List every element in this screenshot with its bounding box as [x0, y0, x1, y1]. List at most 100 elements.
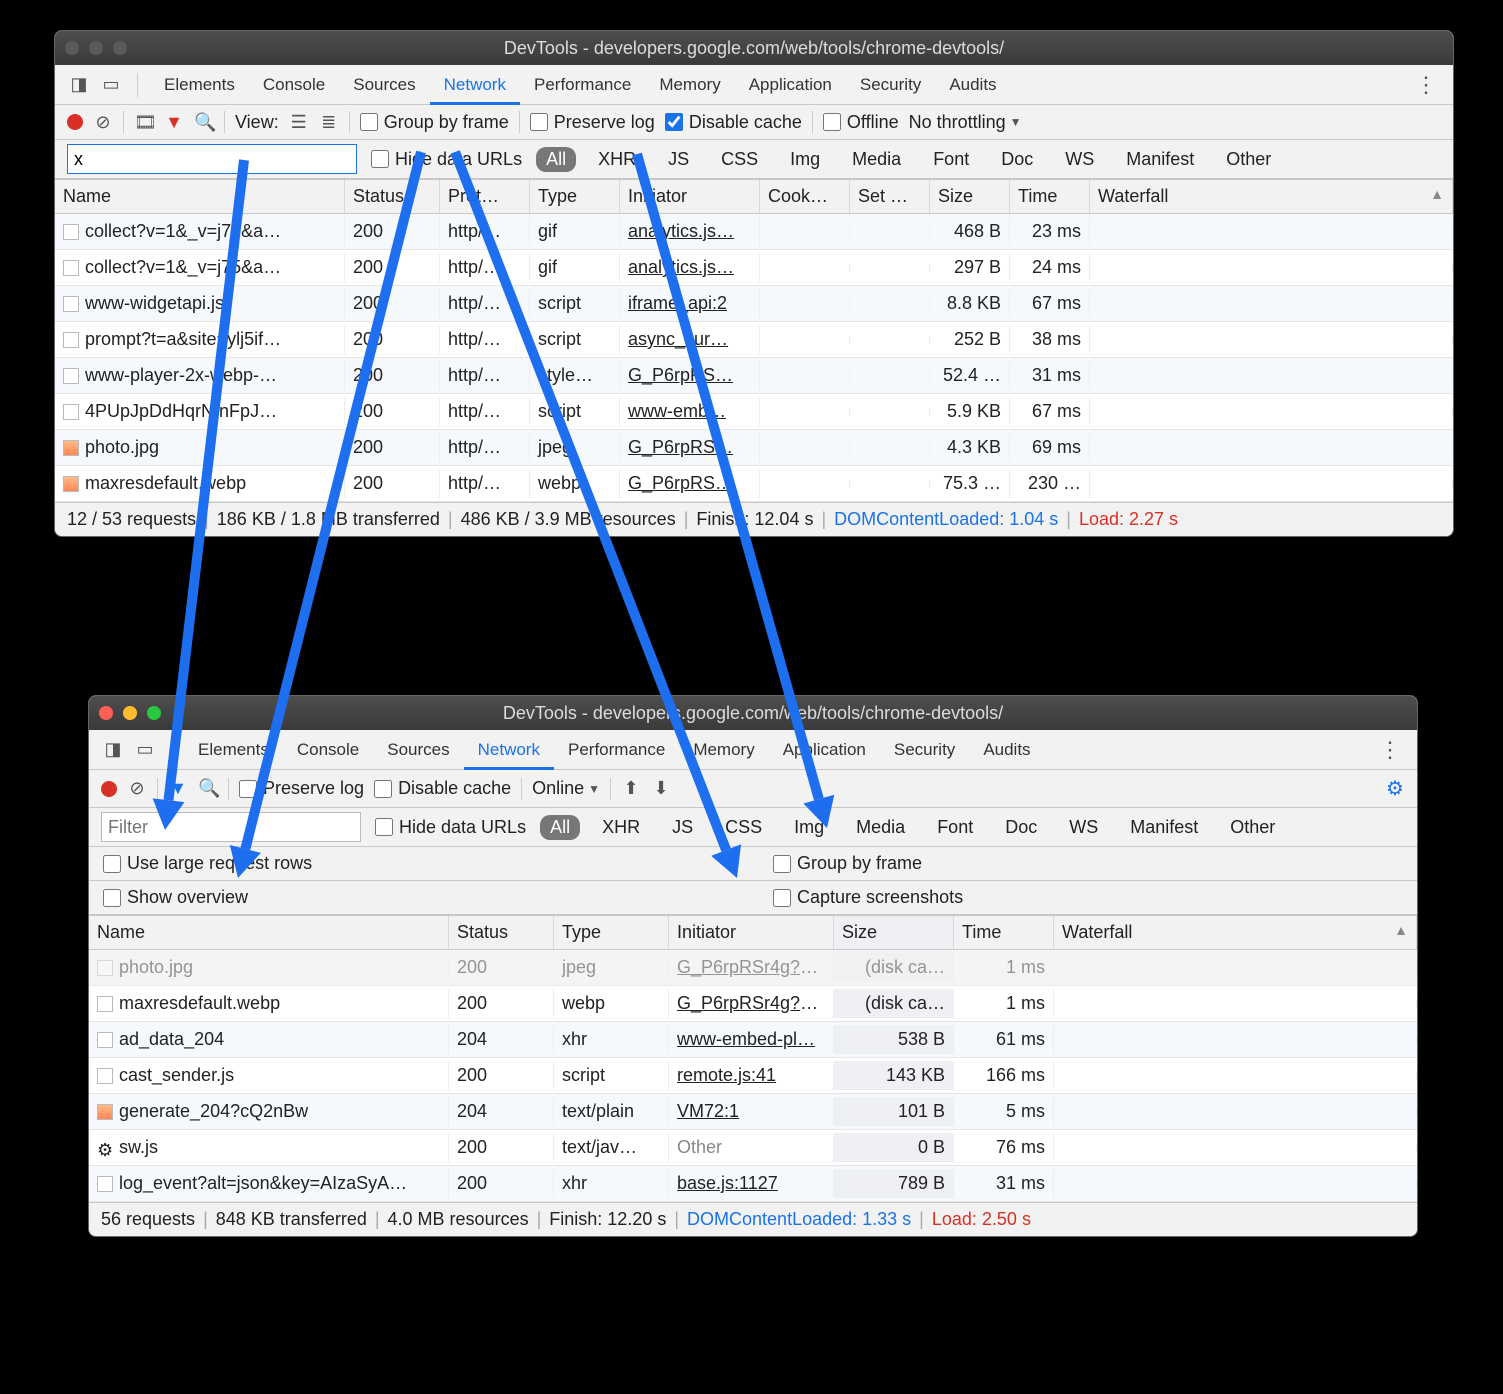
col-time[interactable]: Time — [954, 916, 1054, 949]
inspect-icon[interactable]: ◨ — [65, 74, 93, 95]
throttling-select[interactable]: Online ▼ — [532, 778, 600, 799]
kebab-icon[interactable]: ⋮ — [1409, 72, 1443, 98]
tab-performance[interactable]: Performance — [554, 730, 679, 770]
col-status[interactable]: Status — [345, 180, 440, 213]
traffic-max[interactable] — [113, 41, 127, 55]
inspect-icon[interactable]: ◨ — [99, 739, 127, 760]
col-initiator[interactable]: Initiator — [669, 916, 834, 949]
kebab-icon[interactable]: ⋮ — [1373, 737, 1407, 763]
type-filter-media[interactable]: Media — [842, 147, 911, 172]
import-har-icon[interactable]: ⬆ — [621, 778, 641, 799]
type-filter-manifest[interactable]: Manifest — [1116, 147, 1204, 172]
type-filter-xhr[interactable]: XHR — [592, 815, 650, 840]
search-icon[interactable]: 🔍 — [198, 778, 218, 799]
table-row[interactable]: photo.jpg 200 http/… jpeg G_P6rpRS… 4.3 … — [55, 430, 1453, 466]
table-row[interactable]: cast_sender.js 200 script remote.js:41 1… — [89, 1058, 1417, 1094]
type-filter-other[interactable]: Other — [1216, 147, 1281, 172]
col-initiator[interactable]: Initiator — [620, 180, 760, 213]
type-filter-ws[interactable]: WS — [1059, 815, 1108, 840]
screenshot-icon[interactable]: 🎞 — [134, 112, 154, 133]
table-row[interactable]: ⚙sw.js 200 text/jav… Other 0 B 76 ms — [89, 1130, 1417, 1166]
group-by-frame-checkbox[interactable]: Group by frame — [773, 853, 922, 874]
col-waterfall[interactable]: Waterfall▲ — [1090, 180, 1453, 213]
table-row[interactable]: log_event?alt=json&key=AIzaSyA… 200 xhr … — [89, 1166, 1417, 1202]
table-row[interactable]: generate_204?cQ2nBw 204 text/plain VM72:… — [89, 1094, 1417, 1130]
col-cookies[interactable]: Cook… — [760, 180, 850, 213]
tab-elements[interactable]: Elements — [150, 65, 249, 105]
table-row[interactable]: ad_data_204 204 xhr www-embed-pl… 538 B … — [89, 1022, 1417, 1058]
offline-checkbox[interactable]: Offline — [823, 112, 899, 133]
large-rows-checkbox[interactable]: Use large request rows — [103, 853, 312, 874]
table-row[interactable]: prompt?t=a&site=ylj5if… 200 http/… scrip… — [55, 322, 1453, 358]
tab-console[interactable]: Console — [283, 730, 373, 770]
type-filter-css[interactable]: CSS — [711, 147, 768, 172]
disable-cache-checkbox[interactable]: Disable cache — [374, 778, 511, 799]
traffic-min[interactable] — [123, 706, 137, 720]
disable-cache-checkbox[interactable]: Disable cache — [665, 112, 802, 133]
type-filter-img[interactable]: Img — [784, 815, 834, 840]
tab-audits[interactable]: Audits — [935, 65, 1010, 105]
col-type[interactable]: Type — [554, 916, 669, 949]
type-filter-ws[interactable]: WS — [1055, 147, 1104, 172]
show-overview-checkbox[interactable]: Show overview — [103, 887, 248, 908]
table-row[interactable]: maxresdefault.webp 200 http/… webp G_P6r… — [55, 466, 1453, 502]
tab-network[interactable]: Network — [430, 65, 520, 105]
settings-gear-icon[interactable]: ⚙ — [1385, 776, 1405, 801]
tab-memory[interactable]: Memory — [645, 65, 734, 105]
group-by-frame-checkbox[interactable]: Group by frame — [360, 112, 509, 133]
traffic-min[interactable] — [89, 41, 103, 55]
col-size[interactable]: Size — [834, 916, 954, 949]
filter-icon[interactable]: ▼ — [164, 112, 184, 133]
preserve-log-checkbox[interactable]: Preserve log — [530, 112, 655, 133]
col-protocol[interactable]: Prot… — [440, 180, 530, 213]
col-type[interactable]: Type — [530, 180, 620, 213]
type-filter-doc[interactable]: Doc — [991, 147, 1043, 172]
tab-security[interactable]: Security — [880, 730, 969, 770]
col-time[interactable]: Time — [1010, 180, 1090, 213]
type-filter-js[interactable]: JS — [662, 815, 703, 840]
record-button[interactable] — [67, 114, 83, 130]
filter-input[interactable] — [67, 144, 357, 174]
clear-icon[interactable]: ⊘ — [127, 778, 147, 799]
table-row[interactable]: www-widgetapi.js 200 http/… script ifram… — [55, 286, 1453, 322]
table-row[interactable]: collect?v=1&_v=j75&a… 200 http/… gif ana… — [55, 214, 1453, 250]
preserve-log-checkbox[interactable]: Preserve log — [239, 778, 364, 799]
type-filter-img[interactable]: Img — [780, 147, 830, 172]
export-har-icon[interactable]: ⬇ — [651, 778, 671, 799]
traffic-max[interactable] — [147, 706, 161, 720]
capture-screenshots-checkbox[interactable]: Capture screenshots — [773, 887, 963, 908]
tab-security[interactable]: Security — [846, 65, 935, 105]
device-icon[interactable]: ▭ — [97, 74, 125, 95]
titlebar[interactable]: DevTools - developers.google.com/web/too… — [55, 31, 1453, 65]
large-rows-icon[interactable]: ☰ — [289, 112, 309, 133]
table-row[interactable]: collect?v=1&_v=j75&a… 200 http/… gif ana… — [55, 250, 1453, 286]
type-filter-manifest[interactable]: Manifest — [1120, 815, 1208, 840]
tab-console[interactable]: Console — [249, 65, 339, 105]
col-name[interactable]: Name — [55, 180, 345, 213]
type-filter-css[interactable]: CSS — [715, 815, 772, 840]
table-row[interactable]: maxresdefault.webp 200 webp G_P6rpRSr4g?… — [89, 986, 1417, 1022]
tab-application[interactable]: Application — [769, 730, 880, 770]
type-filter-xhr[interactable]: XHR — [588, 147, 646, 172]
table-row[interactable]: www-player-2x-webp-… 200 http/… style… G… — [55, 358, 1453, 394]
filter-input[interactable] — [101, 812, 361, 842]
type-filter-doc[interactable]: Doc — [995, 815, 1047, 840]
tab-audits[interactable]: Audits — [969, 730, 1044, 770]
tab-performance[interactable]: Performance — [520, 65, 645, 105]
tab-sources[interactable]: Sources — [373, 730, 463, 770]
hide-data-urls-checkbox[interactable]: Hide data URLs — [375, 817, 526, 838]
type-filter-js[interactable]: JS — [658, 147, 699, 172]
traffic-close[interactable] — [99, 706, 113, 720]
type-filter-all[interactable]: All — [536, 147, 576, 172]
type-filter-font[interactable]: Font — [923, 147, 979, 172]
search-icon[interactable]: 🔍 — [194, 112, 214, 133]
traffic-close[interactable] — [65, 41, 79, 55]
tab-memory[interactable]: Memory — [679, 730, 768, 770]
type-filter-font[interactable]: Font — [927, 815, 983, 840]
col-waterfall[interactable]: Waterfall▲ — [1054, 916, 1417, 949]
tab-elements[interactable]: Elements — [184, 730, 283, 770]
col-size[interactable]: Size — [930, 180, 1010, 213]
tab-network[interactable]: Network — [464, 730, 554, 770]
col-setcook[interactable]: Set … — [850, 180, 930, 213]
record-button[interactable] — [101, 781, 117, 797]
